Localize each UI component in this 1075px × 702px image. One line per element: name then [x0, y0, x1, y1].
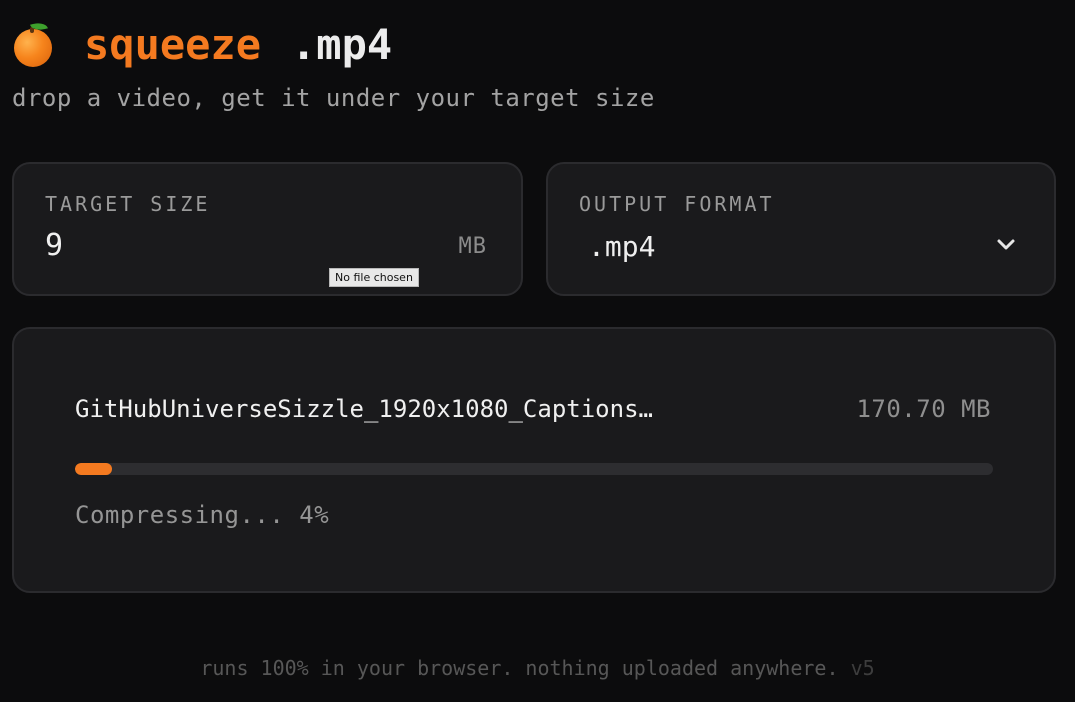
app-root: squeeze .mp4 drop a video, get it under …	[0, 0, 1075, 702]
target-size-label: TARGET SIZE	[45, 192, 211, 216]
tagline: drop a video, get it under your target s…	[12, 84, 655, 112]
footer-text: runs 100% in your browser. nothing uploa…	[200, 656, 839, 680]
chevron-down-icon[interactable]	[996, 238, 1016, 252]
status-text: Compressing... 4%	[75, 501, 330, 529]
drop-zone[interactable]: GitHubUniverseSizzle_1920x1080_Captions……	[12, 327, 1056, 593]
target-size-unit: MB	[458, 234, 487, 259]
footer: runs 100% in your browser. nothing uploa…	[0, 656, 1075, 680]
target-size-input[interactable]: 9	[45, 228, 63, 263]
target-size-card[interactable]: TARGET SIZE 9 MB	[12, 162, 523, 296]
output-format-select[interactable]: OUTPUT FORMAT .mp4	[546, 162, 1056, 296]
version-label: v5	[850, 656, 875, 680]
app-name: squeeze	[84, 19, 262, 69]
orange-icon	[12, 19, 54, 67]
app-extension: .mp4	[291, 19, 393, 69]
file-input-tooltip: No file chosen	[329, 268, 419, 287]
header: squeeze .mp4	[12, 18, 392, 70]
file-size: 170.70 MB	[856, 395, 991, 423]
progress-bar	[75, 463, 993, 475]
output-format-label: OUTPUT FORMAT	[579, 192, 775, 216]
file-name: GitHubUniverseSizzle_1920x1080_Captions…	[75, 395, 653, 423]
progress-fill	[75, 463, 112, 475]
output-format-value[interactable]: .mp4	[588, 230, 655, 263]
